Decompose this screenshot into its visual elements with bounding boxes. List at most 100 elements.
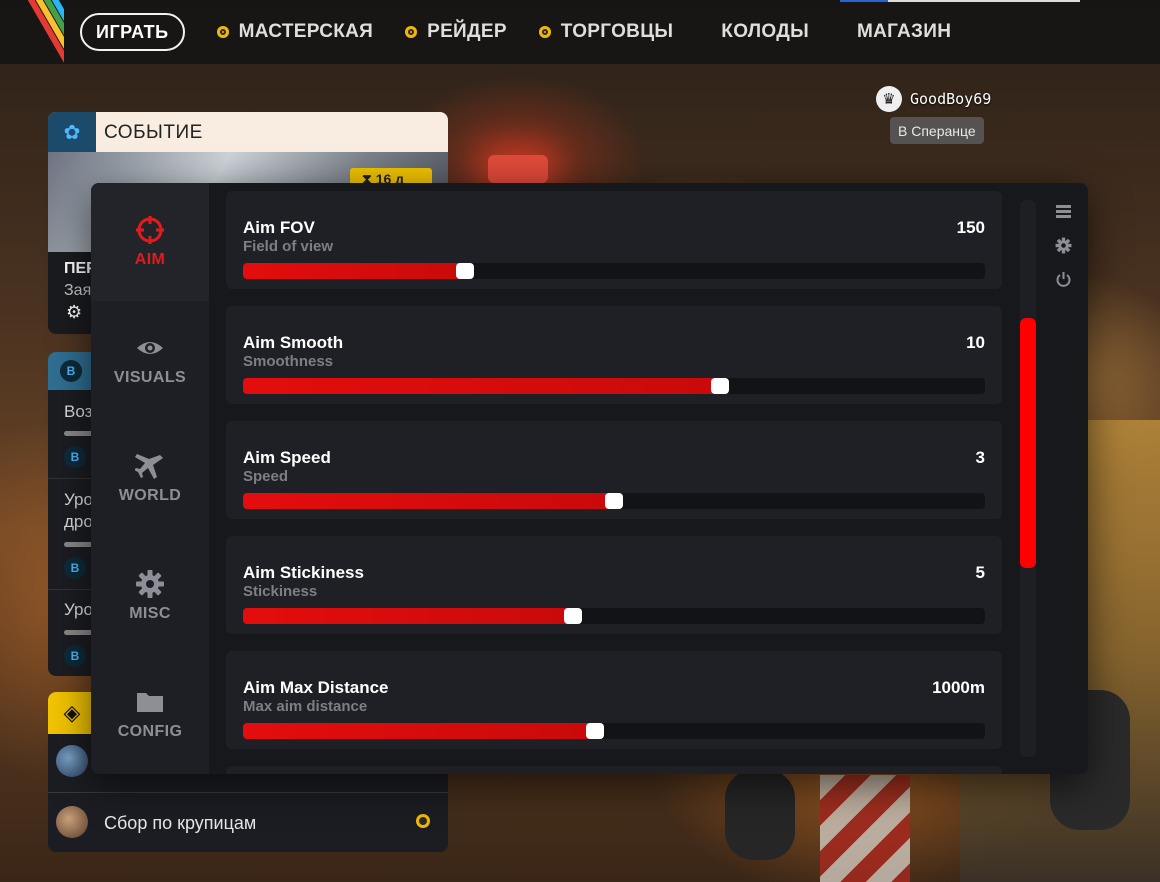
gear-icon <box>136 570 164 598</box>
aim-smooth-slider[interactable] <box>243 378 985 394</box>
play-button[interactable]: ИГРАТЬ <box>80 13 185 51</box>
aim-max-distance-slider[interactable] <box>243 723 985 739</box>
event-description: Зая <box>64 282 92 299</box>
tab-label: WORLD <box>118 487 182 504</box>
notification-dot-icon <box>416 814 430 828</box>
slider-fill <box>243 608 573 624</box>
game-logo[interactable] <box>0 0 64 64</box>
quest-icon: B <box>64 557 86 579</box>
nav-label: КОЛОДЫ <box>721 21 809 42</box>
gear-icon <box>1055 237 1071 253</box>
aim-fov-slider[interactable] <box>243 263 985 279</box>
quest-item[interactable]: Уро <box>64 600 93 620</box>
slider-title: Aim Max Distance <box>243 678 389 697</box>
trial-item[interactable]: Сбор по крупицам <box>104 813 256 834</box>
slider-value: 1000m <box>932 678 985 697</box>
nav-label: МАГАЗИН <box>857 21 952 42</box>
nav-raider[interactable]: РЕЙДЕР <box>405 21 507 43</box>
cheat-menu-overlay: AIM VISUALS WORLD MISC CONFIG Aim FOV Fi… <box>91 183 1088 774</box>
slider-card: Aim Speed Speed 3 <box>226 421 1002 519</box>
folder-icon <box>137 693 163 712</box>
tab-world[interactable]: WORLD <box>91 419 209 537</box>
top-strip <box>840 0 888 2</box>
diamond-icon: ◈ <box>48 692 96 734</box>
gear-icon: ⚙ <box>66 302 83 322</box>
slider-card: Aim Stickiness Stickiness 5 <box>226 536 1002 634</box>
quest-item[interactable]: Уро <box>64 490 93 510</box>
slider-subtitle: Stickiness <box>243 583 318 600</box>
tab-misc[interactable]: MISC <box>91 537 209 655</box>
slider-title: Aim Stickiness <box>243 563 364 582</box>
slider-title: Aim Speed <box>243 448 331 467</box>
tab-config[interactable]: CONFIG <box>91 655 209 773</box>
nav-label: МАСТЕРСКАЯ <box>238 21 374 42</box>
avatar <box>56 806 88 838</box>
flower-icon: ✿ <box>48 112 96 152</box>
tab-aim[interactable]: AIM <box>91 183 209 301</box>
slider-subtitle: Speed <box>243 468 289 485</box>
list-icon <box>1055 204 1071 218</box>
slider-fill <box>243 263 465 279</box>
menu-sidebar: AIM VISUALS WORLD MISC CONFIG <box>91 183 209 774</box>
divider <box>48 792 448 793</box>
slider-card: Aim Max Distance Max aim distance 1000m <box>226 651 1002 749</box>
slider-handle[interactable] <box>586 723 604 739</box>
tab-label: VISUALS <box>113 369 187 386</box>
username: GoodBoy69 <box>910 90 992 108</box>
user-profile[interactable]: ♛ GoodBoy69 <box>876 86 991 112</box>
slider-value: 5 <box>975 563 985 582</box>
slider-fill <box>243 723 595 739</box>
event-title: СОБЫТИЕ <box>104 122 203 143</box>
slider-handle[interactable] <box>456 263 474 279</box>
quest-item[interactable]: Воз <box>64 402 92 422</box>
slider-value: 150 <box>956 218 985 237</box>
nav-decks[interactable]: КОЛОДЫ <box>721 21 809 43</box>
settings-content: Aim FOV Field of view 150 Aim Smooth Smo… <box>209 183 1019 774</box>
crosshair-icon <box>136 216 164 244</box>
quest-icon: B <box>60 360 82 382</box>
slider-subtitle: Smoothness <box>243 353 334 370</box>
tab-label: AIM <box>134 251 166 268</box>
slider-title: Aim Smooth <box>243 333 344 352</box>
slider-handle[interactable] <box>564 608 582 624</box>
slider-handle[interactable] <box>605 493 623 509</box>
notification-dot-icon <box>216 26 229 38</box>
eye-icon <box>137 342 163 354</box>
background-glove <box>725 770 795 860</box>
notification-dot-icon <box>538 26 551 38</box>
nav-workshop[interactable]: МАСТЕРСКАЯ <box>216 21 374 43</box>
tab-visuals[interactable]: VISUALS <box>91 301 209 419</box>
avatar <box>56 745 88 777</box>
top-strip <box>888 0 1080 2</box>
main-nav: ИГРАТЬ МАСТЕРСКАЯ РЕЙДЕР ТОРГОВЦЫ КОЛОДЫ… <box>80 12 951 52</box>
background-light <box>488 155 548 183</box>
nav-label: ТОРГОВЦЫ <box>560 21 674 42</box>
slider-handle[interactable] <box>711 378 729 394</box>
event-header: ✿ СОБЫТИЕ <box>48 112 448 152</box>
tab-label: CONFIG <box>117 723 183 740</box>
plane-icon <box>135 454 163 479</box>
aim-speed-slider[interactable] <box>243 493 985 509</box>
settings-gear-icon[interactable] <box>1053 235 1073 255</box>
slider-value: 10 <box>966 333 985 352</box>
quest-icon: B <box>64 645 86 667</box>
nav-store[interactable]: МАГАЗИН <box>857 21 951 43</box>
slider-card: Aim Smooth Smoothness 10 <box>226 306 1002 404</box>
slider-fill <box>243 378 720 394</box>
background-striped-pole <box>820 775 910 882</box>
power-icon[interactable] <box>1053 269 1073 289</box>
nav-label: РЕЙДЕР <box>427 21 507 42</box>
slider-subtitle: Max aim distance <box>243 698 368 715</box>
tab-label: MISC <box>129 605 171 622</box>
nav-traders[interactable]: ТОРГОВЦЫ <box>538 21 674 43</box>
slider-title: Aim FOV <box>243 218 315 237</box>
slider-value: 3 <box>975 448 985 467</box>
quest-item-line2: дро <box>64 512 93 531</box>
scrollbar-thumb[interactable] <box>1020 318 1036 568</box>
aim-stickiness-slider[interactable] <box>243 608 985 624</box>
scrollbar[interactable] <box>1020 200 1036 757</box>
slider-card: Aim FOV Field of view 150 <box>226 191 1002 289</box>
list-icon[interactable] <box>1053 201 1073 221</box>
slider-subtitle: Field of view <box>243 238 334 255</box>
notification-dot-icon <box>405 26 418 38</box>
